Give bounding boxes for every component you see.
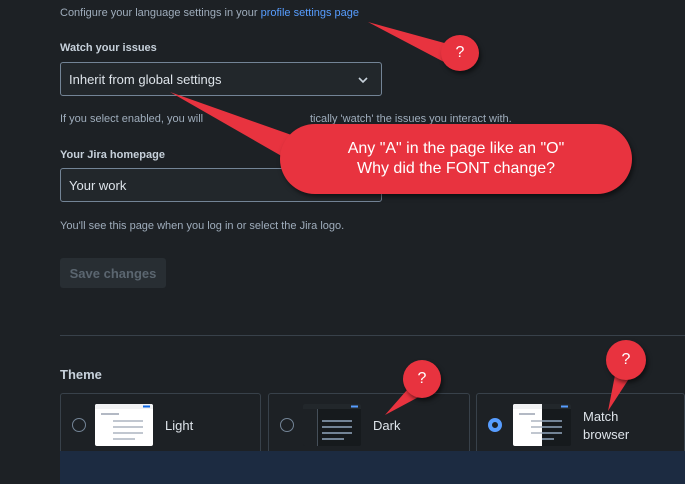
annotation-arrow-profile-link <box>368 22 448 62</box>
annotation-comment-bubble: Any "A" in the page like an "O" Why did … <box>280 124 632 194</box>
annotation-comment-line2: Why did the FONT change? <box>356 160 556 177</box>
annotation-question-bubble-match: ? <box>606 340 646 380</box>
annotation-question-bubble-dark: ? <box>403 360 441 398</box>
annotation-comment-line1: Any "A" in the page like an "O" <box>347 140 565 157</box>
annotation-arrows <box>170 22 632 415</box>
annotation-question-bubble-top: ? <box>441 35 479 71</box>
